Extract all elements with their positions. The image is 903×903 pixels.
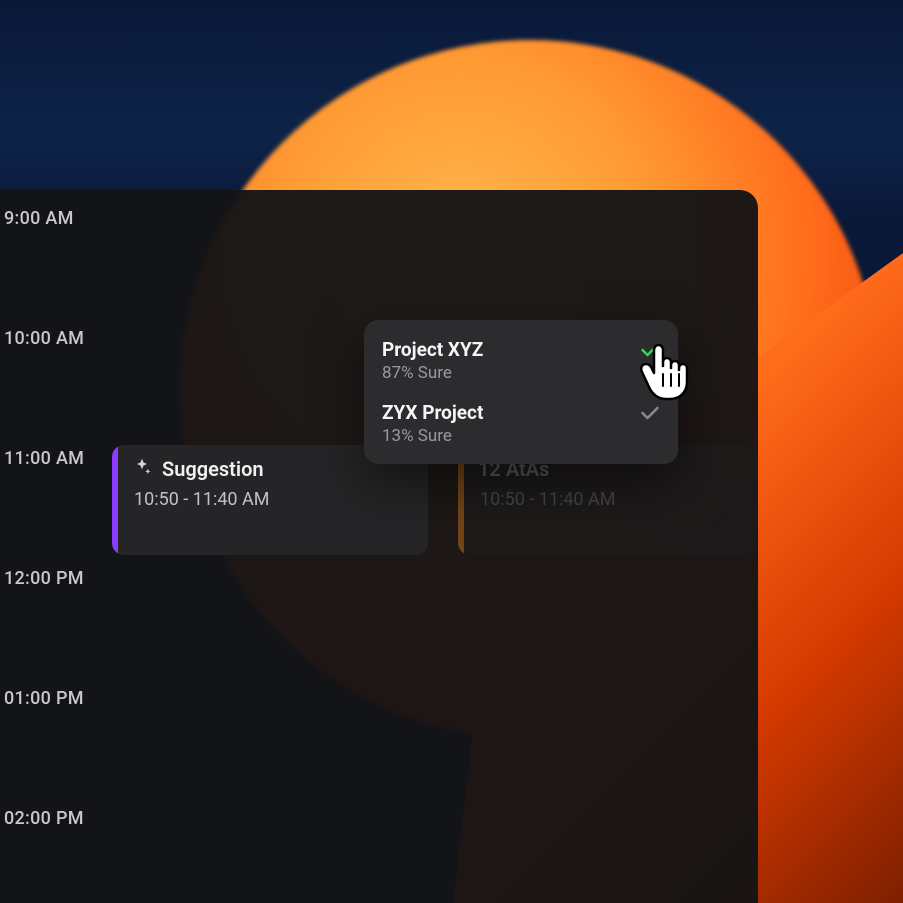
suggestion-confidence: 87% Sure (382, 363, 640, 383)
pointer-cursor-icon (636, 342, 692, 402)
suggestion-item[interactable]: ZYX Project 13% Sure (382, 397, 660, 450)
suggestion-title: ZYX Project (382, 401, 640, 424)
suggestion-confidence: 13% Sure (382, 426, 640, 446)
time-label: 11:00 AM (4, 448, 84, 469)
event-time: 10:50 - 11:40 AM (134, 489, 414, 510)
time-label: 9:00 AM (4, 208, 74, 229)
event-title: Suggestion (162, 457, 264, 481)
calendar-window: 9:00 AM 10:00 AM 11:00 AM 12:00 PM 01:00… (0, 190, 758, 903)
event-time: 10:50 - 11:40 AM (480, 489, 744, 510)
time-label: 02:00 PM (4, 808, 84, 829)
suggestion-popup: Project XYZ 87% Sure ZYX Project 13% Sur… (364, 320, 678, 464)
time-label: 12:00 PM (4, 568, 84, 589)
sparkle-icon (132, 457, 152, 481)
time-label: 01:00 PM (4, 688, 84, 709)
checkmark-icon[interactable] (640, 401, 660, 425)
timeline-grid: 9:00 AM 10:00 AM 11:00 AM 12:00 PM 01:00… (0, 190, 758, 903)
time-label: 10:00 AM (4, 328, 84, 349)
accent-bar (112, 445, 118, 555)
suggestion-title: Project XYZ (382, 338, 640, 361)
suggestion-item[interactable]: Project XYZ 87% Sure (382, 334, 660, 387)
